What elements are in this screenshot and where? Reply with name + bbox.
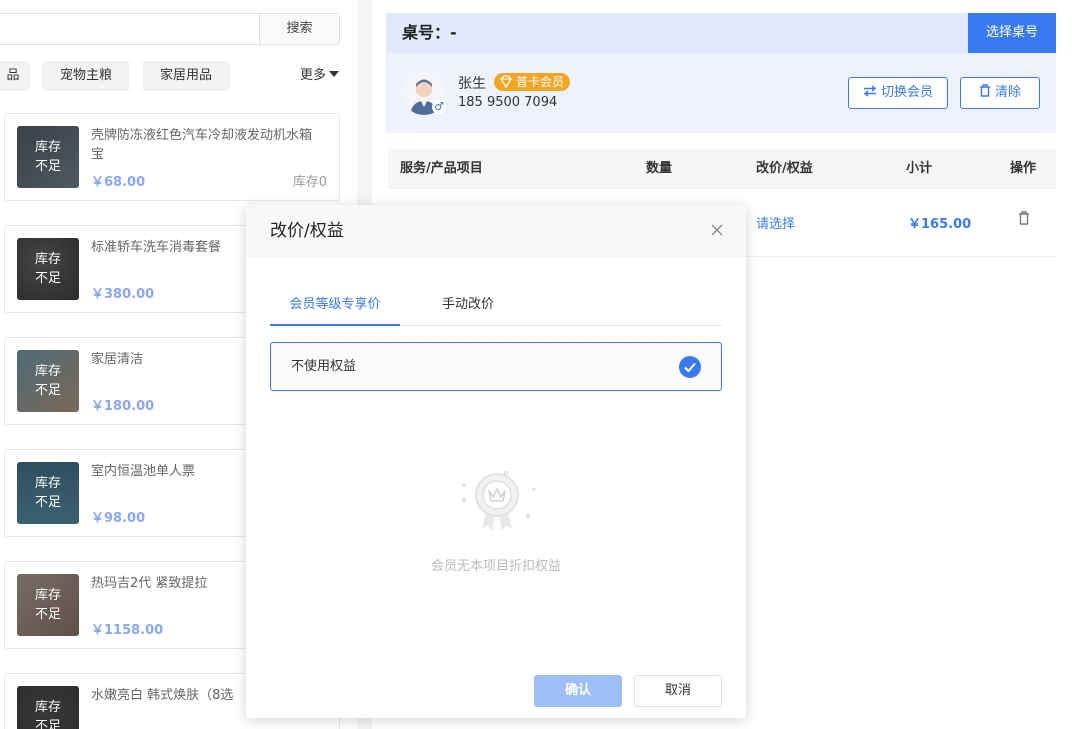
- product-price: ￥180.00: [91, 399, 155, 414]
- stock-low-badge: 库存 不足: [17, 462, 79, 524]
- product-thumbnail: 库存 不足: [17, 574, 79, 636]
- tab-manual-price[interactable]: 手动改价: [418, 289, 518, 326]
- product-thumbnail: 库存 不足: [17, 238, 79, 300]
- column-header: 改价/权益: [756, 161, 813, 176]
- clear-member-label: 清除: [994, 85, 1021, 100]
- no-benefit-option[interactable]: 不使用权益: [270, 342, 722, 391]
- product-thumbnail: 库存 不足: [17, 126, 79, 188]
- dialog-title: 改价/权益: [270, 221, 344, 241]
- award-medal-icon: [454, 467, 540, 543]
- product-name: 壳牌防冻液红色汽车冷却液发动机水箱宝: [91, 128, 313, 162]
- search-box[interactable]: 搜索: [0, 13, 340, 45]
- product-price: ￥380.00: [91, 287, 155, 302]
- more-label: 更多: [299, 68, 326, 83]
- stock-low-badge: 库存 不足: [17, 574, 79, 636]
- clear-member-button[interactable]: 清除: [960, 77, 1040, 109]
- diamond-icon: [500, 75, 512, 89]
- category-bar: 品 宠物主粮 家居用品 更多: [0, 61, 357, 91]
- stock-low-badge: 库存 不足: [17, 126, 79, 188]
- dialog-tabs: 会员等级专享价 手动改价: [270, 289, 722, 326]
- dialog-header: 改价/权益: [246, 205, 746, 257]
- product-card[interactable]: 库存 不足 壳牌防冻液红色汽车冷却液发动机水箱宝 ￥68.00 库存0: [4, 113, 340, 201]
- order-table-header: 服务/产品项目 数量 改价/权益 小计 操作: [388, 149, 1056, 189]
- product-price: ￥1158.00: [91, 623, 164, 638]
- member-level-label: 普卡会员: [516, 75, 565, 89]
- stock-low-badge: 库存 不足: [17, 350, 79, 412]
- stock-low-badge: 库存 不足: [17, 238, 79, 300]
- product-thumbnail: 库存 不足: [17, 686, 79, 729]
- switch-member-button[interactable]: 切换会员: [848, 77, 948, 109]
- check-circle-icon: [679, 356, 701, 378]
- empty-state-text: 会员无本项目折扣权益: [430, 559, 561, 574]
- desk-number: 桌号：-: [402, 23, 457, 42]
- app-root: 搜索 品 宠物主粮 家居用品 更多 库存 不足 壳牌防冻液红色汽车冷却液发动机水箱…: [0, 0, 1072, 729]
- member-phone: 185 9500 7094: [458, 95, 558, 110]
- select-desk-button[interactable]: 选择桌号: [968, 13, 1056, 53]
- cancel-button[interactable]: 取消: [634, 675, 722, 707]
- product-thumbnail: 库存 不足: [17, 462, 79, 524]
- delete-icon[interactable]: [1018, 211, 1030, 229]
- category-tab[interactable]: 宠物主粮: [42, 61, 130, 91]
- product-stock: 库存0: [292, 175, 327, 190]
- column-header: 服务/产品项目: [400, 161, 483, 176]
- product-price: ￥98.00: [91, 511, 146, 526]
- search-button[interactable]: 搜索: [259, 14, 339, 44]
- confirm-button[interactable]: 确认: [534, 675, 622, 707]
- desk-bar: 桌号：- 选择桌号: [386, 13, 1056, 53]
- price-benefit-dialog: 改价/权益 会员等级专享价 手动改价 不使用权益 会员无本项目折扣权益 确认 取…: [246, 205, 746, 718]
- category-tab[interactable]: 品: [0, 61, 30, 91]
- swap-icon: [863, 85, 877, 97]
- member-card: ♂ 张生 普卡会员 185 9500 7094 切换会员 清除: [386, 53, 1056, 133]
- column-header: 小计: [906, 161, 933, 176]
- price-select-link[interactable]: 请选择: [756, 213, 795, 232]
- column-header: 数量: [646, 161, 673, 176]
- product-thumbnail: 库存 不足: [17, 350, 79, 412]
- option-label: 不使用权益: [291, 359, 357, 374]
- tab-member-price[interactable]: 会员等级专享价: [270, 289, 400, 326]
- product-price: ￥68.00: [91, 175, 146, 190]
- column-header: 操作: [1010, 161, 1037, 176]
- member-level-badge: 普卡会员: [494, 73, 571, 91]
- row-subtotal: ￥165.00: [908, 217, 972, 232]
- category-tab[interactable]: 家居用品: [142, 61, 230, 91]
- close-icon[interactable]: [710, 223, 724, 241]
- stock-low-badge: 库存 不足: [17, 686, 79, 729]
- member-name: 张生: [458, 76, 486, 92]
- switch-member-label: 切换会员: [880, 85, 933, 100]
- male-icon: ♂: [432, 100, 446, 114]
- more-categories-button[interactable]: 更多: [300, 61, 339, 91]
- caret-down-icon: [329, 71, 339, 77]
- trash-icon: [979, 84, 990, 97]
